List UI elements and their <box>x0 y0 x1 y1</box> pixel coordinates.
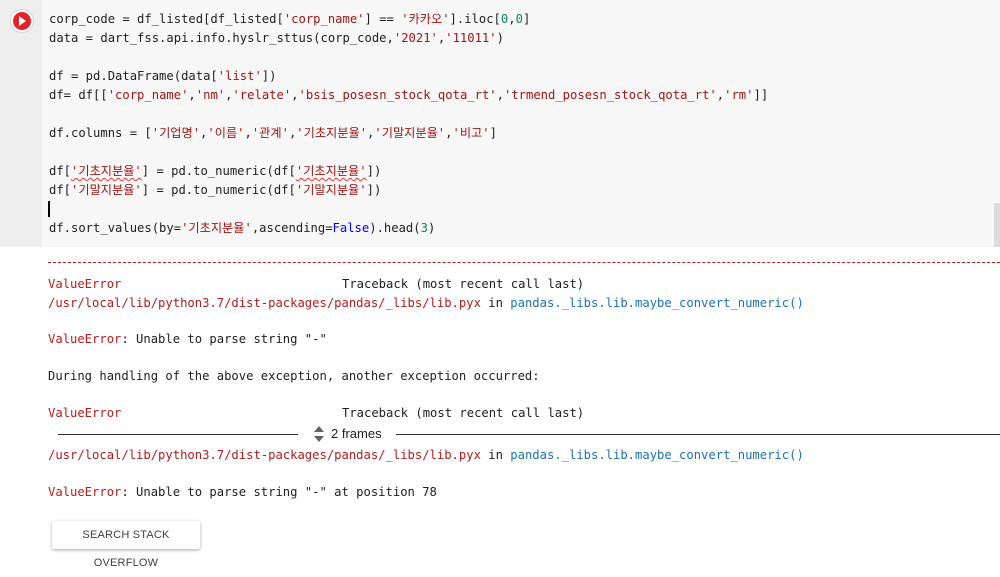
code-line-7: df['기말지분율'] = pd.to_numeric(df['기말지분율']) <box>49 183 382 197</box>
frames-rule-right <box>396 434 1000 435</box>
chevron-updown-icon[interactable] <box>312 424 324 444</box>
code-line-3: df = pd.DataFrame(data['list']) <box>49 69 277 83</box>
code-line-5: df.columns = ['기업명','이름','관계','기초지분율','기… <box>49 126 497 140</box>
frames-rule-left <box>58 434 298 435</box>
text-cursor <box>48 201 50 217</box>
editor-scrollbar[interactable] <box>994 203 1000 247</box>
traceback-separator <box>48 262 1000 263</box>
code-line-4: df= df[['corp_name','nm','relate','bsis_… <box>49 88 769 102</box>
code-line-6: df['기초지분율'] = pd.to_numeric(df['기초지분율']) <box>49 164 382 178</box>
run-cell-button[interactable] <box>11 10 33 32</box>
play-icon <box>19 16 26 26</box>
traceback-file-2: /usr/local/lib/python3.7/dist-packages/p… <box>48 448 804 462</box>
cell-gutter <box>0 0 42 247</box>
traceback-header-2: ValueError Traceback (most recent call la… <box>48 406 585 420</box>
traceback-header-1: ValueError Traceback (most recent call la… <box>48 277 585 291</box>
collapsed-frames[interactable]: 2 frames <box>58 424 1000 444</box>
function-link-1[interactable]: pandas._libs.lib.maybe_convert_numeric() <box>510 296 804 310</box>
code-cell: corp_code = df_listed[df_listed['corp_na… <box>0 0 1000 247</box>
frames-label[interactable]: 2 frames <box>331 425 382 443</box>
search-stack-overflow-button[interactable]: SEARCH STACK OVERFLOW <box>52 521 200 569</box>
code-editor[interactable]: corp_code = df_listed[df_listed['corp_na… <box>42 0 1000 247</box>
code-line-1: corp_code = df_listed[df_listed['corp_na… <box>49 12 531 26</box>
error-message-1: ValueError: Unable to parse string "-" <box>48 332 327 346</box>
code-line-8: df.sort_values(by='기초지분율',ascending=Fals… <box>49 221 436 235</box>
traceback-file-1: /usr/local/lib/python3.7/dist-packages/p… <box>48 296 804 310</box>
during-handling-text: During handling of the above exception, … <box>48 369 540 383</box>
code-line-2: data = dart_fss.api.info.hyslr_sttus(cor… <box>49 31 504 45</box>
error-message-2: ValueError: Unable to parse string "-" a… <box>48 485 437 499</box>
function-link-2[interactable]: pandas._libs.lib.maybe_convert_numeric() <box>510 448 804 462</box>
